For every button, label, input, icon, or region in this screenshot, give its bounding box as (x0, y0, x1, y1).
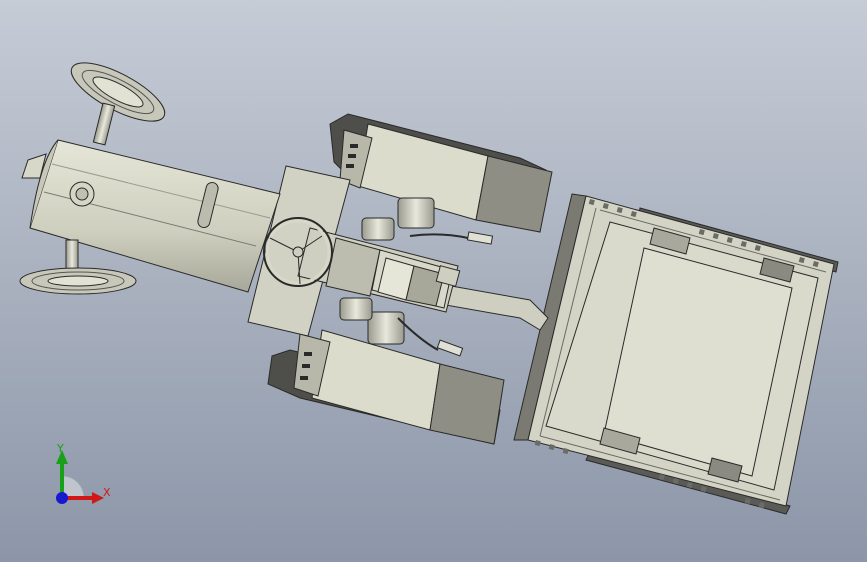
axle-housing-bottom (339, 297, 373, 321)
rear-axle-hub-top (397, 197, 435, 229)
rear-axle-hub-bottom (367, 311, 405, 345)
fuel-cap-inner (75, 187, 89, 201)
z-axis-dot (56, 492, 68, 504)
steering-hub (292, 246, 304, 258)
coordinate-triad (40, 438, 120, 518)
cad-graphics-viewport[interactable]: Y X (0, 0, 867, 562)
x-axis-label: X (103, 486, 111, 499)
tractor-trailer-model[interactable] (0, 0, 867, 562)
y-axis-label: Y (57, 442, 64, 455)
axle-housing-top (361, 217, 395, 241)
